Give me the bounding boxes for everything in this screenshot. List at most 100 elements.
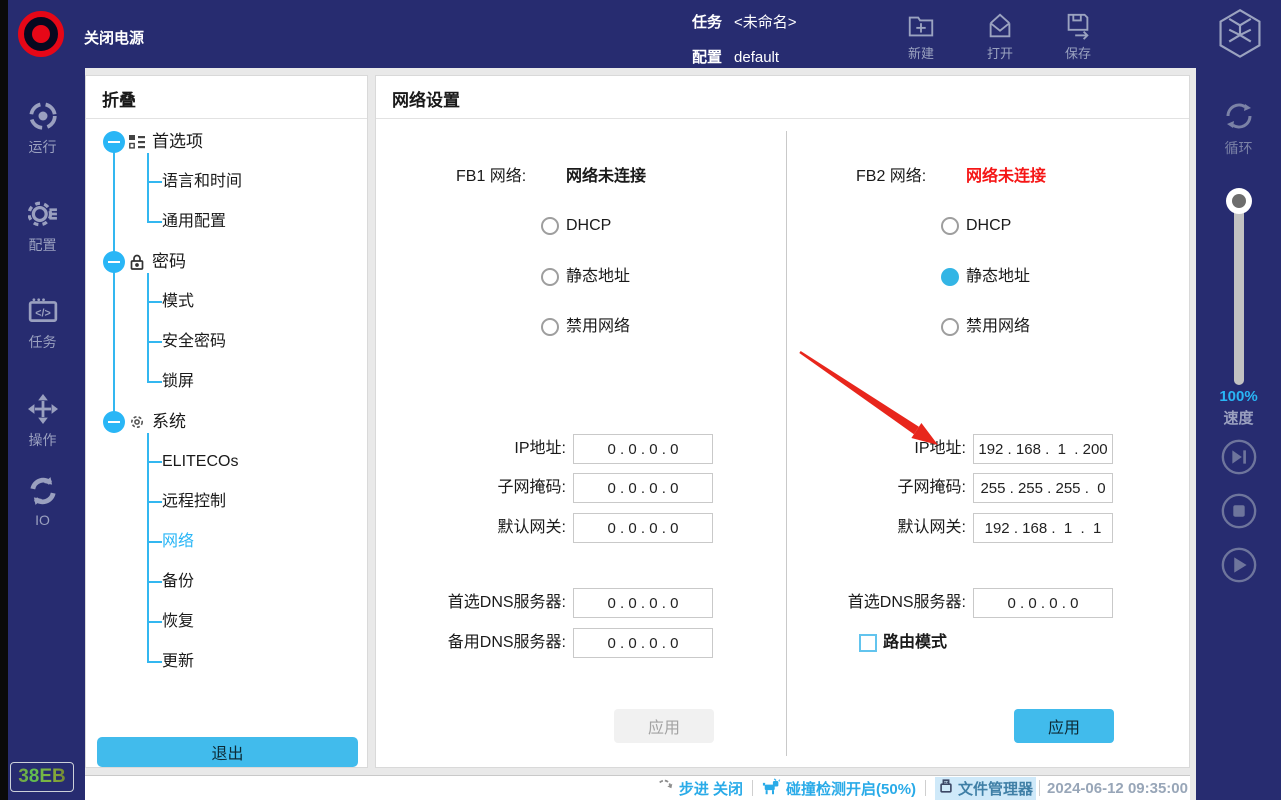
collision-detection-label: 碰撞检测开启(50%) <box>786 778 916 799</box>
fb2-gateway-input[interactable] <box>973 513 1113 543</box>
fb2-dns1-input[interactable] <box>973 588 1113 618</box>
separator <box>1039 780 1040 796</box>
config-value: default <box>734 49 779 66</box>
tree-item-elitecos[interactable]: ELITECOs <box>162 451 238 473</box>
exit-button[interactable]: 退出 <box>97 737 358 767</box>
file-manager-button[interactable]: 文件管理器 <box>935 777 1036 800</box>
sidebar-item-label: 配置 <box>0 235 85 255</box>
clock: 2024-06-12 09:35:00 <box>1047 780 1188 797</box>
fb2-ip-input[interactable] <box>973 434 1113 464</box>
speed-label: 速度 <box>1196 407 1281 428</box>
sidebar-item-run[interactable]: 运行 <box>0 101 85 157</box>
tree-item-language-time[interactable]: 语言和时间 <box>162 171 242 193</box>
tree-item-lock-screen[interactable]: 锁屏 <box>162 371 194 393</box>
tree-tick <box>147 301 162 303</box>
sidebar-item-config[interactable]: 配置 <box>0 199 85 255</box>
sidebar-item-label: 运行 <box>0 137 85 157</box>
open-button[interactable]: 打开 <box>970 11 1030 62</box>
loop-label: 循环 <box>1196 138 1281 158</box>
tree-item-system[interactable]: 系统 <box>86 411 369 433</box>
sidebar-item-label: 任务 <box>0 332 85 352</box>
tree-tick <box>147 461 162 463</box>
power-icon[interactable] <box>18 11 64 57</box>
sidebar-item-operate[interactable]: 操作 <box>0 394 85 450</box>
tree-branch-line <box>147 273 149 382</box>
fb2-radio-static[interactable] <box>941 268 959 286</box>
tree-item-mode[interactable]: 模式 <box>162 291 194 313</box>
tree-tick <box>147 581 162 583</box>
tree-tick <box>147 541 162 543</box>
fb2-ip-label: IP地址: <box>796 439 966 459</box>
fb2-radio-static-label[interactable]: 静态地址 <box>966 267 1030 287</box>
tree-tick <box>147 381 162 383</box>
collision-robot-icon <box>762 777 782 800</box>
fb1-radio-static-label[interactable]: 静态地址 <box>566 267 630 287</box>
separator <box>752 780 753 796</box>
app-root: 关闭电源 任务<未命名> 配置default 新建 打开 保存 <box>0 0 1281 800</box>
fb1-mask-input[interactable] <box>573 473 713 503</box>
config-label: 配置 <box>692 49 722 66</box>
sidebar-item-task[interactable]: </> 任务 <box>0 296 85 352</box>
fb2-dns1-label: 首选DNS服务器: <box>796 593 966 613</box>
left-nav: 运行 配置 </> 任务 操作 IO 38EB <box>0 68 85 800</box>
new-button-label: 新建 <box>891 43 951 62</box>
fb1-apply-button[interactable]: 应用 <box>614 709 714 743</box>
router-mode-checkbox[interactable] <box>859 634 877 652</box>
separator <box>925 780 926 796</box>
new-file-icon <box>891 11 951 41</box>
tree-item-network[interactable]: 网络 <box>162 531 194 553</box>
fb1-radio-dhcp-label[interactable]: DHCP <box>566 216 611 236</box>
fb1-dns1-label: 首选DNS服务器: <box>396 593 566 613</box>
fb1-dns2-input[interactable] <box>573 628 713 658</box>
fb2-mask-input[interactable] <box>973 473 1113 503</box>
fb1-dns1-input[interactable] <box>573 588 713 618</box>
tree-item-label: 密码 <box>152 251 186 273</box>
fb1-gateway-input[interactable] <box>573 513 713 543</box>
tree-item-preferences[interactable]: 首选项 <box>86 131 369 153</box>
speed-slider-handle[interactable] <box>1226 188 1252 214</box>
new-button[interactable]: 新建 <box>891 11 951 62</box>
fb1-radio-static[interactable] <box>541 268 559 286</box>
step-mode-label: 步进 关闭 <box>679 778 743 799</box>
fb2-radio-dhcp[interactable] <box>941 217 959 235</box>
fb2-apply-button[interactable]: 应用 <box>1014 709 1114 743</box>
fb1-network-label: FB1 网络: <box>456 162 526 186</box>
tree-tick <box>147 501 162 503</box>
fb1-radio-dhcp[interactable] <box>541 217 559 235</box>
tree-item-backup[interactable]: 备份 <box>162 571 194 593</box>
power-button-label[interactable]: 关闭电源 <box>84 27 144 48</box>
save-button[interactable]: 保存 <box>1048 11 1108 62</box>
fb1-ip-input[interactable] <box>573 434 713 464</box>
fb1-radio-disable[interactable] <box>541 318 559 336</box>
fb1-radio-disable-label[interactable]: 禁用网络 <box>566 317 630 337</box>
fb2-radio-dhcp-label[interactable]: DHCP <box>966 216 1011 236</box>
fb1-dns2-label: 备用DNS服务器: <box>396 633 566 653</box>
fb2-radio-disable[interactable] <box>941 318 959 336</box>
tree-item-remote-control[interactable]: 远程控制 <box>162 491 226 513</box>
gear-icon <box>128 413 146 437</box>
stop-button[interactable] <box>1196 492 1281 535</box>
config-row: 配置 default <box>692 46 779 67</box>
tree-tick <box>147 341 162 343</box>
tree-item-update[interactable]: 更新 <box>162 651 194 673</box>
loop-icon[interactable] <box>1196 96 1281 141</box>
collision-detection-status[interactable]: 碰撞检测开启(50%) <box>762 777 916 800</box>
speed-slider-track[interactable] <box>1234 200 1244 385</box>
tree-tick <box>147 221 162 223</box>
router-mode-label[interactable]: 路由模式 <box>883 633 947 653</box>
tree-item-safety-password[interactable]: 安全密码 <box>162 331 226 353</box>
tree-item-label: 系统 <box>152 411 186 433</box>
step-next-button[interactable] <box>1196 438 1281 481</box>
tree-item-restore[interactable]: 恢复 <box>162 611 194 633</box>
fb2-radio-disable-label[interactable]: 禁用网络 <box>966 317 1030 337</box>
step-mode-status[interactable]: 步进 关闭 <box>657 777 743 799</box>
sidebar-item-io[interactable]: IO <box>0 476 85 528</box>
tree-item-general-config[interactable]: 通用配置 <box>162 211 226 233</box>
file-manager-icon <box>938 778 954 798</box>
tree-tick <box>147 661 162 663</box>
fb2-gateway-label: 默认网关: <box>796 518 966 538</box>
play-button[interactable] <box>1196 546 1281 589</box>
collapse-button[interactable]: 折叠 <box>102 86 136 111</box>
tree-tick <box>147 181 162 183</box>
tree-item-password[interactable]: 密码 <box>86 251 369 273</box>
